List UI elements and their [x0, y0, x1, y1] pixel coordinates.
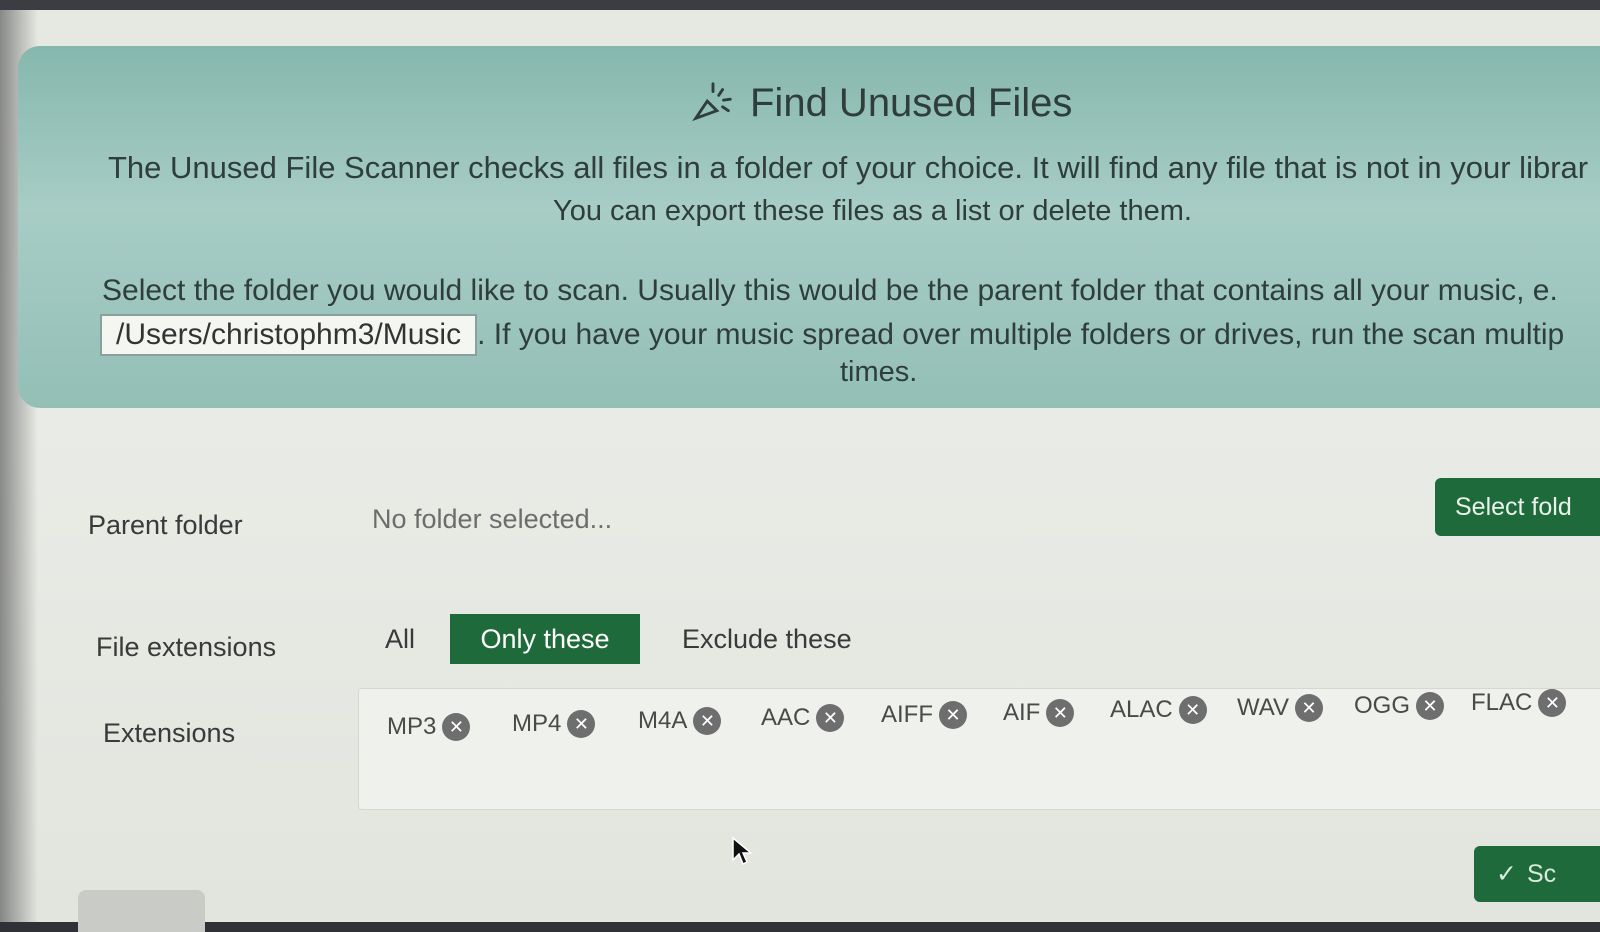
remove-chip-icon[interactable]: ✕	[1178, 696, 1207, 724]
extension-chip: M4A ✕	[638, 707, 722, 735]
remove-chip-icon[interactable]: ✕	[1538, 689, 1567, 717]
extension-chip: WAV ✕	[1237, 694, 1323, 722]
extensions-label: Extensions	[103, 718, 236, 748]
mode-only-these-option[interactable]: Only these	[450, 614, 640, 664]
extensions-tag-input[interactable]: MP3 ✕ MP4 ✕ M4A ✕ AAC ✕ AIFF ✕ AIF ✕ ALAC ✕ WAV…	[358, 688, 1600, 810]
remove-chip-icon[interactable]: ✕	[442, 713, 471, 741]
banner-path-line: /Users/christophm3/Music. If you have yo…	[100, 314, 1564, 356]
banner-path-line-rest: . If you have your music spread over mul…	[477, 318, 1565, 351]
extension-chip: MP4 ✕	[512, 710, 596, 738]
parent-folder-label: Parent folder	[88, 510, 243, 540]
extension-chip: AIF ✕	[1003, 699, 1075, 727]
mouse-cursor-icon	[732, 836, 753, 866]
remove-chip-icon[interactable]: ✕	[816, 704, 845, 732]
banner-title-text: Find Unused Files	[750, 80, 1073, 125]
file-extensions-label: File extensions	[96, 632, 277, 662]
banner-select-instruction: Select the folder you would like to scan…	[102, 274, 1558, 307]
extension-chip: OGG ✕	[1354, 692, 1445, 720]
banner-description-line2: You can export these files as a list or …	[553, 195, 1192, 227]
app-screen: Find Unused Files The Unused File Scanne…	[0, 10, 1600, 932]
remove-chip-icon[interactable]: ✕	[1046, 699, 1075, 727]
example-path: /Users/christophm3/Music	[100, 314, 478, 356]
extension-chip: AAC ✕	[761, 704, 845, 732]
remove-chip-icon[interactable]: ✕	[693, 707, 722, 735]
extension-chip: AIFF ✕	[881, 701, 967, 729]
scan-button-label: Sc	[1526, 859, 1557, 888]
extension-chip: MP3 ✕	[387, 713, 471, 741]
extension-chip: ALAC ✕	[1110, 696, 1207, 724]
remove-chip-icon[interactable]: ✕	[939, 701, 967, 729]
bottom-tab-button[interactable]	[78, 890, 205, 932]
mode-all-option[interactable]: All	[385, 614, 415, 664]
extension-chip: FLAC ✕	[1471, 689, 1567, 717]
check-icon: ✓	[1496, 860, 1517, 888]
remove-chip-icon[interactable]: ✕	[1295, 694, 1323, 722]
select-folder-button[interactable]: Select fold	[1435, 478, 1600, 536]
scan-button[interactable]: ✓ Sc	[1474, 846, 1600, 902]
banner-title: Find Unused Files	[690, 80, 1072, 126]
banner-description-line1: The Unused File Scanner checks all files…	[108, 150, 1589, 185]
mode-exclude-these-option[interactable]: Exclude these	[682, 614, 852, 664]
remove-chip-icon[interactable]: ✕	[567, 710, 596, 738]
remove-chip-icon[interactable]: ✕	[1416, 692, 1445, 720]
sparkle-magic-icon	[692, 82, 732, 122]
parent-folder-value: No folder selected...	[372, 504, 613, 534]
banner-select-line3: times.	[840, 356, 918, 388]
